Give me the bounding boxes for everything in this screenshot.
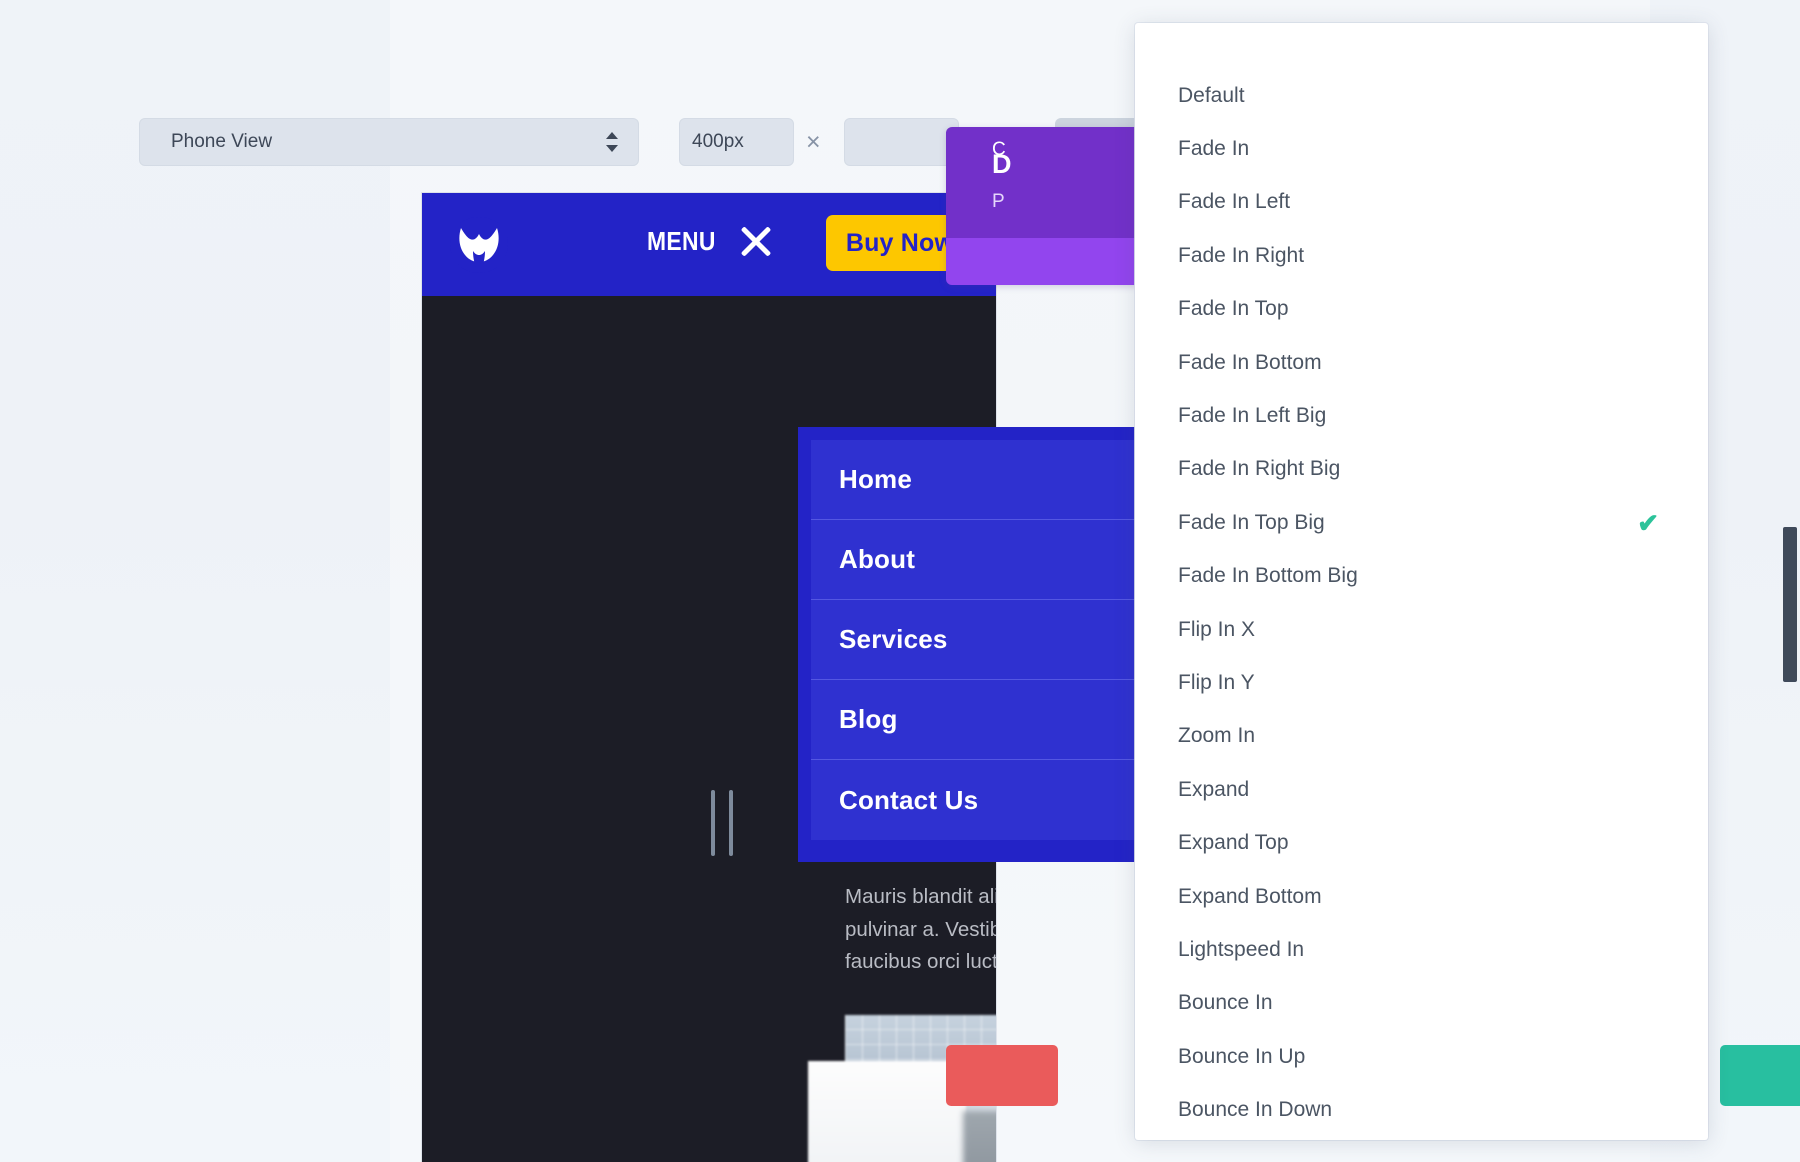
panel-scrollbar[interactable] bbox=[1783, 527, 1797, 682]
resize-handle-left[interactable] bbox=[711, 790, 733, 856]
dropdown-option-flip-in-y[interactable]: Flip In Y bbox=[1135, 656, 1708, 709]
dimension-separator-icon: × bbox=[806, 128, 821, 156]
dropdown-option-label: Fade In bbox=[1178, 137, 1250, 161]
viewport-width-value: 400px bbox=[692, 131, 744, 152]
chevron-updown-icon bbox=[606, 132, 618, 152]
dropdown-option-lightspeed-in[interactable]: Lightspeed In bbox=[1135, 923, 1708, 976]
dropdown-option-fade-in-left[interactable]: Fade In Left bbox=[1135, 176, 1708, 229]
nav-item-label: Home bbox=[839, 464, 913, 494]
dropdown-option-fade-in-top[interactable]: Fade In Top bbox=[1135, 283, 1708, 336]
menu-toggle-button[interactable]: MENU bbox=[647, 223, 774, 259]
dropdown-option-flip-in-x[interactable]: Flip In X bbox=[1135, 603, 1708, 656]
dropdown-option-label: Lightspeed In bbox=[1178, 937, 1305, 961]
brand-shield-logo[interactable] bbox=[448, 215, 510, 275]
dropdown-option-label: Fade In Left bbox=[1178, 190, 1291, 214]
selected-check-icon: ✔ bbox=[1637, 507, 1659, 538]
dropdown-option-label: Bounce In Up bbox=[1178, 1044, 1306, 1068]
dropdown-option-label: Flip In X bbox=[1178, 617, 1256, 641]
nav-item-label: Contact Us bbox=[839, 784, 979, 815]
dropdown-option-label: Fade In Right Big bbox=[1178, 457, 1341, 481]
dropdown-option-bounce-in-up[interactable]: Bounce In Up bbox=[1135, 1030, 1708, 1083]
dropdown-option-bounce-in-down[interactable]: Bounce In Down bbox=[1135, 1083, 1708, 1136]
delete-action-chip[interactable] bbox=[946, 1045, 1058, 1106]
dropdown-option-default[interactable]: Default bbox=[1135, 69, 1708, 122]
dropdown-option-expand-top[interactable]: Expand Top bbox=[1135, 816, 1708, 869]
nav-item-label: Services bbox=[839, 624, 948, 654]
dropdown-option-fade-in-bottom[interactable]: Fade In Bottom bbox=[1135, 336, 1708, 389]
module-card-subtitle: P bbox=[992, 191, 1005, 212]
dropdown-option-label: Fade In Top bbox=[1178, 297, 1289, 321]
dropdown-option-label: Fade In Bottom Big bbox=[1178, 564, 1358, 588]
hero-image-object bbox=[963, 1111, 996, 1162]
site-header: MENU Buy Now bbox=[422, 193, 996, 296]
dropdown-option-bounce-in[interactable]: Bounce In bbox=[1135, 977, 1708, 1030]
device-preview-stage: MENU Buy Now D Mauris blandit aliquet el… bbox=[368, 170, 1326, 1162]
device-view-select[interactable]: Phone View bbox=[139, 118, 639, 166]
dropdown-option-zoom-in[interactable]: Zoom In bbox=[1135, 710, 1708, 763]
dropdown-option-fade-in-bottom-big[interactable]: Fade In Bottom Big bbox=[1135, 550, 1708, 603]
dropdown-option-label: Bounce In bbox=[1178, 991, 1273, 1015]
nav-item-label: About bbox=[839, 544, 916, 574]
dropdown-option-label: Zoom In bbox=[1178, 724, 1256, 748]
dropdown-option-fade-in-right[interactable]: Fade In Right bbox=[1135, 229, 1708, 282]
hero-image-window bbox=[808, 1061, 966, 1162]
viewport-width-input[interactable]: 400px bbox=[679, 118, 794, 166]
dropdown-option-label: Expand Top bbox=[1178, 831, 1289, 855]
dropdown-option-label: Fade In Bottom bbox=[1178, 350, 1322, 374]
nav-item-label: Blog bbox=[839, 704, 898, 734]
dropdown-option-expand[interactable]: Expand bbox=[1135, 763, 1708, 816]
device-view-value: Phone View bbox=[171, 131, 273, 152]
dropdown-option-label: Expand bbox=[1178, 777, 1250, 801]
dropdown-option-label: Fade In Top Big bbox=[1178, 510, 1325, 534]
dropdown-option-fade-in-left-big[interactable]: Fade In Left Big bbox=[1135, 389, 1708, 442]
dropdown-option-expand-bottom[interactable]: Expand Bottom bbox=[1135, 870, 1708, 923]
dropdown-option-label: Expand Bottom bbox=[1178, 884, 1322, 908]
dropdown-option-fade-in-right-big[interactable]: Fade In Right Big bbox=[1135, 443, 1708, 496]
dropdown-option-label: Fade In Right bbox=[1178, 243, 1305, 267]
viewport-height-input[interactable] bbox=[844, 118, 959, 166]
menu-label: MENU bbox=[647, 225, 716, 256]
close-x-icon[interactable] bbox=[738, 223, 774, 259]
dropdown-option-label: Bounce In Down bbox=[1178, 1098, 1333, 1122]
dropdown-option-fade-in[interactable]: Fade In bbox=[1135, 122, 1708, 175]
save-action-chip[interactable] bbox=[1720, 1045, 1800, 1106]
dropdown-option-fade-in-top-big[interactable]: Fade In Top Big ✔ bbox=[1135, 496, 1708, 549]
dropdown-option-label: Default bbox=[1178, 83, 1245, 107]
page-body-text: Mauris blandit aliquet elit, eget tincid… bbox=[845, 885, 996, 973]
dropdown-option-label: Flip In Y bbox=[1178, 670, 1255, 694]
module-card-footer-label: C bbox=[992, 139, 1006, 160]
dropdown-option-label: Fade In Left Big bbox=[1178, 404, 1327, 428]
animation-style-dropdown[interactable]: Default Fade In Fade In Left Fade In Right F… bbox=[1135, 23, 1708, 1140]
